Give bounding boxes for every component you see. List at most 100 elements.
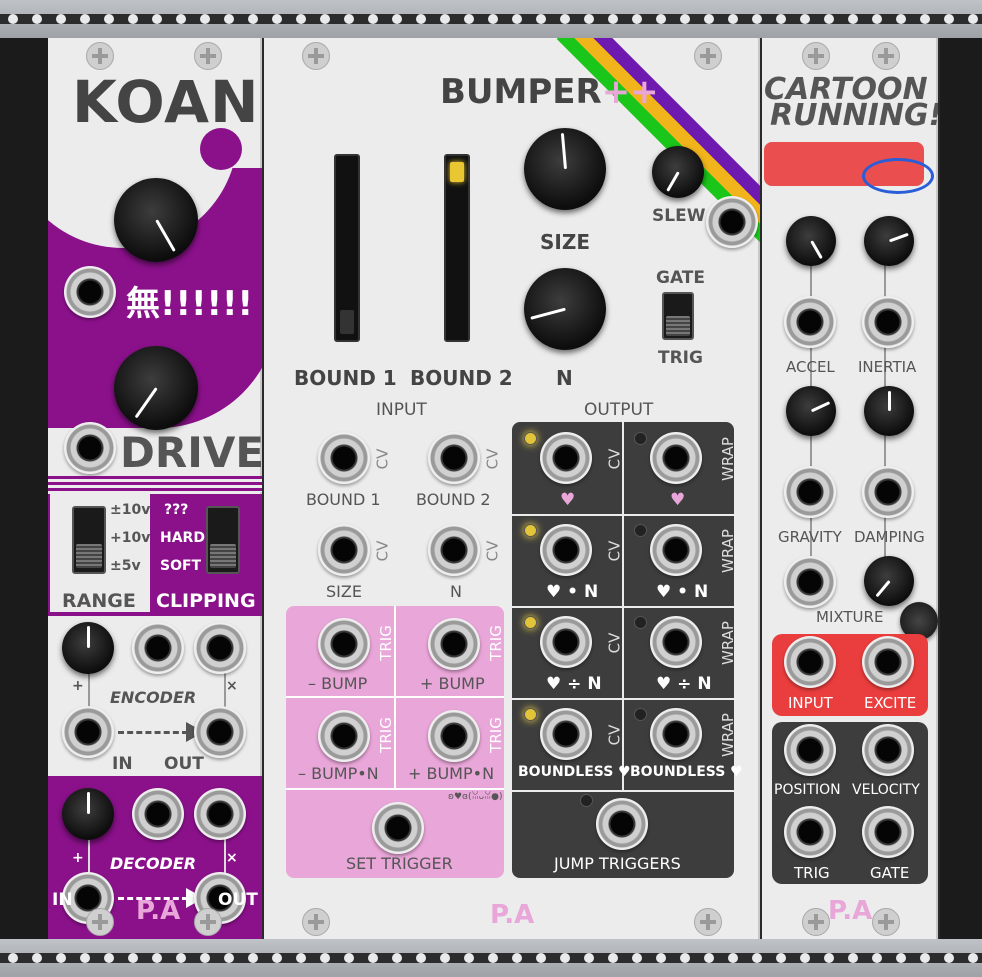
minus-bump-n-trig-label: TRIG: [376, 717, 395, 753]
slew-cv-jack[interactable]: [706, 196, 758, 248]
rail-hole: [896, 953, 906, 963]
bound1-cv-jack[interactable]: [318, 432, 370, 484]
n-knob[interactable]: [524, 268, 606, 350]
size-cv-jack[interactable]: [318, 524, 370, 576]
damping-knob[interactable]: [864, 386, 914, 436]
range-switch[interactable]: [72, 506, 106, 574]
rail-hole: [80, 14, 90, 24]
n-cv-jack[interactable]: [428, 524, 480, 576]
koan-title: KOAN: [72, 68, 260, 136]
rail-hole: [824, 953, 834, 963]
cv-out-2-heart-n: ♥ • N: [546, 582, 599, 602]
koan-top-knob[interactable]: [114, 178, 198, 262]
jump-triggers-jack[interactable]: [596, 798, 648, 850]
rail-hole: [248, 14, 258, 24]
rail-hole: [920, 14, 930, 24]
range-clipping-section: ±10v +10v ±5v RANGE ??? HARD SOFT CLIPPI…: [48, 494, 262, 616]
decoder-out-label: OUT: [218, 890, 258, 910]
plus-bump-jack[interactable]: [428, 618, 480, 670]
rail-hole: [440, 14, 450, 24]
rail-hole: [152, 953, 162, 963]
wrap-out-1-jack[interactable]: [650, 432, 702, 484]
cv-out-3-jack[interactable]: [540, 616, 592, 668]
cartoon-gate-jack[interactable]: [862, 806, 914, 858]
bound2-cv-jack[interactable]: [428, 432, 480, 484]
rail-hole: [320, 14, 330, 24]
rail-hole: [152, 14, 162, 24]
koan-mu-jack[interactable]: [64, 266, 116, 318]
accel-knob[interactable]: [786, 216, 836, 266]
bumper-module: BUMPER++ BOUND 1 BOUND 2 SIZE N SLEW GAT…: [264, 38, 760, 939]
decoder-cv-jack[interactable]: [132, 788, 184, 840]
bumper-title-main: BUMPER: [440, 72, 602, 112]
clipping-switch[interactable]: [206, 506, 240, 574]
koan-module: KOAN 無!!!!!! DRIVE ±10v +10v ±5v RANGE ?…: [48, 38, 262, 939]
size-knob[interactable]: [524, 128, 606, 210]
cartoon-input-jack[interactable]: [784, 636, 836, 688]
encoder-cv-jack[interactable]: [132, 622, 184, 674]
rail-hole: [800, 14, 810, 24]
encoder-in-jack[interactable]: [62, 706, 114, 758]
set-trigger-jack[interactable]: [372, 802, 424, 854]
excite-jack[interactable]: [862, 636, 914, 688]
cartoon-trig-jack[interactable]: [784, 806, 836, 858]
gravity-jack[interactable]: [784, 466, 836, 518]
encoder-mult-jack[interactable]: [194, 622, 246, 674]
rail-hole: [416, 14, 426, 24]
rail-hole: [128, 953, 138, 963]
encoder-label: ENCODER: [110, 688, 197, 707]
encoder-out-jack[interactable]: [194, 706, 246, 758]
inertia-jack[interactable]: [862, 296, 914, 348]
decoder-mult-jack[interactable]: [194, 788, 246, 840]
rail-hole: [848, 953, 858, 963]
bound1-input-label: BOUND 1: [306, 490, 381, 509]
encoder-arrow: [118, 731, 188, 734]
drive-jack[interactable]: [64, 422, 116, 474]
clip-opt-hard: HARD: [160, 530, 205, 546]
plus-bump-trig-label: TRIG: [486, 625, 505, 661]
position-jack[interactable]: [784, 724, 836, 776]
plus-bump-n-jack[interactable]: [428, 710, 480, 762]
bound1-slider[interactable]: [334, 154, 360, 342]
inertia-knob[interactable]: [864, 216, 914, 266]
rail-hole: [608, 953, 618, 963]
cv-out-1-jack[interactable]: [540, 432, 592, 484]
encoder-knob[interactable]: [62, 622, 114, 674]
accel-jack[interactable]: [784, 296, 836, 348]
screw: [194, 42, 222, 70]
minus-bump-jack[interactable]: [318, 618, 370, 670]
gate-trig-switch[interactable]: [662, 292, 694, 340]
drive-knob[interactable]: [114, 346, 198, 430]
bound2-slider[interactable]: [444, 154, 470, 342]
cv-out-3-label: CV: [605, 632, 624, 654]
damping-jack[interactable]: [862, 466, 914, 518]
wrap-out-2-jack[interactable]: [650, 524, 702, 576]
mixture-jack[interactable]: [784, 556, 836, 608]
rail-hole: [920, 953, 930, 963]
wrap-out-3-jack[interactable]: [650, 616, 702, 668]
wrap-out-4-jack[interactable]: [650, 708, 702, 760]
gravity-knob[interactable]: [786, 386, 836, 436]
screw: [872, 908, 900, 936]
n-cv-label: CV: [483, 540, 502, 562]
cv-out-1-led: [524, 432, 537, 445]
cv-out-4-jack[interactable]: [540, 708, 592, 760]
mixture-knob[interactable]: [864, 556, 914, 606]
rail-hole: [8, 14, 18, 24]
slew-knob[interactable]: [652, 146, 704, 198]
rail-hole: [704, 14, 714, 24]
screw: [86, 908, 114, 936]
velocity-jack[interactable]: [862, 724, 914, 776]
rail-hole: [872, 953, 882, 963]
minus-bump-n-jack[interactable]: [318, 710, 370, 762]
rail-hole: [320, 953, 330, 963]
decoder-knob[interactable]: [62, 788, 114, 840]
cv-out-2-jack[interactable]: [540, 524, 592, 576]
rail-hole: [752, 14, 762, 24]
bound2-cv-label: CV: [483, 448, 502, 470]
rail-hole: [8, 953, 18, 963]
cv-out-4-boundless: BOUNDLESS ♥: [518, 764, 631, 780]
rail-hole: [56, 953, 66, 963]
n-input-label: N: [450, 582, 462, 601]
mixture-label: MIXTURE: [816, 608, 884, 626]
